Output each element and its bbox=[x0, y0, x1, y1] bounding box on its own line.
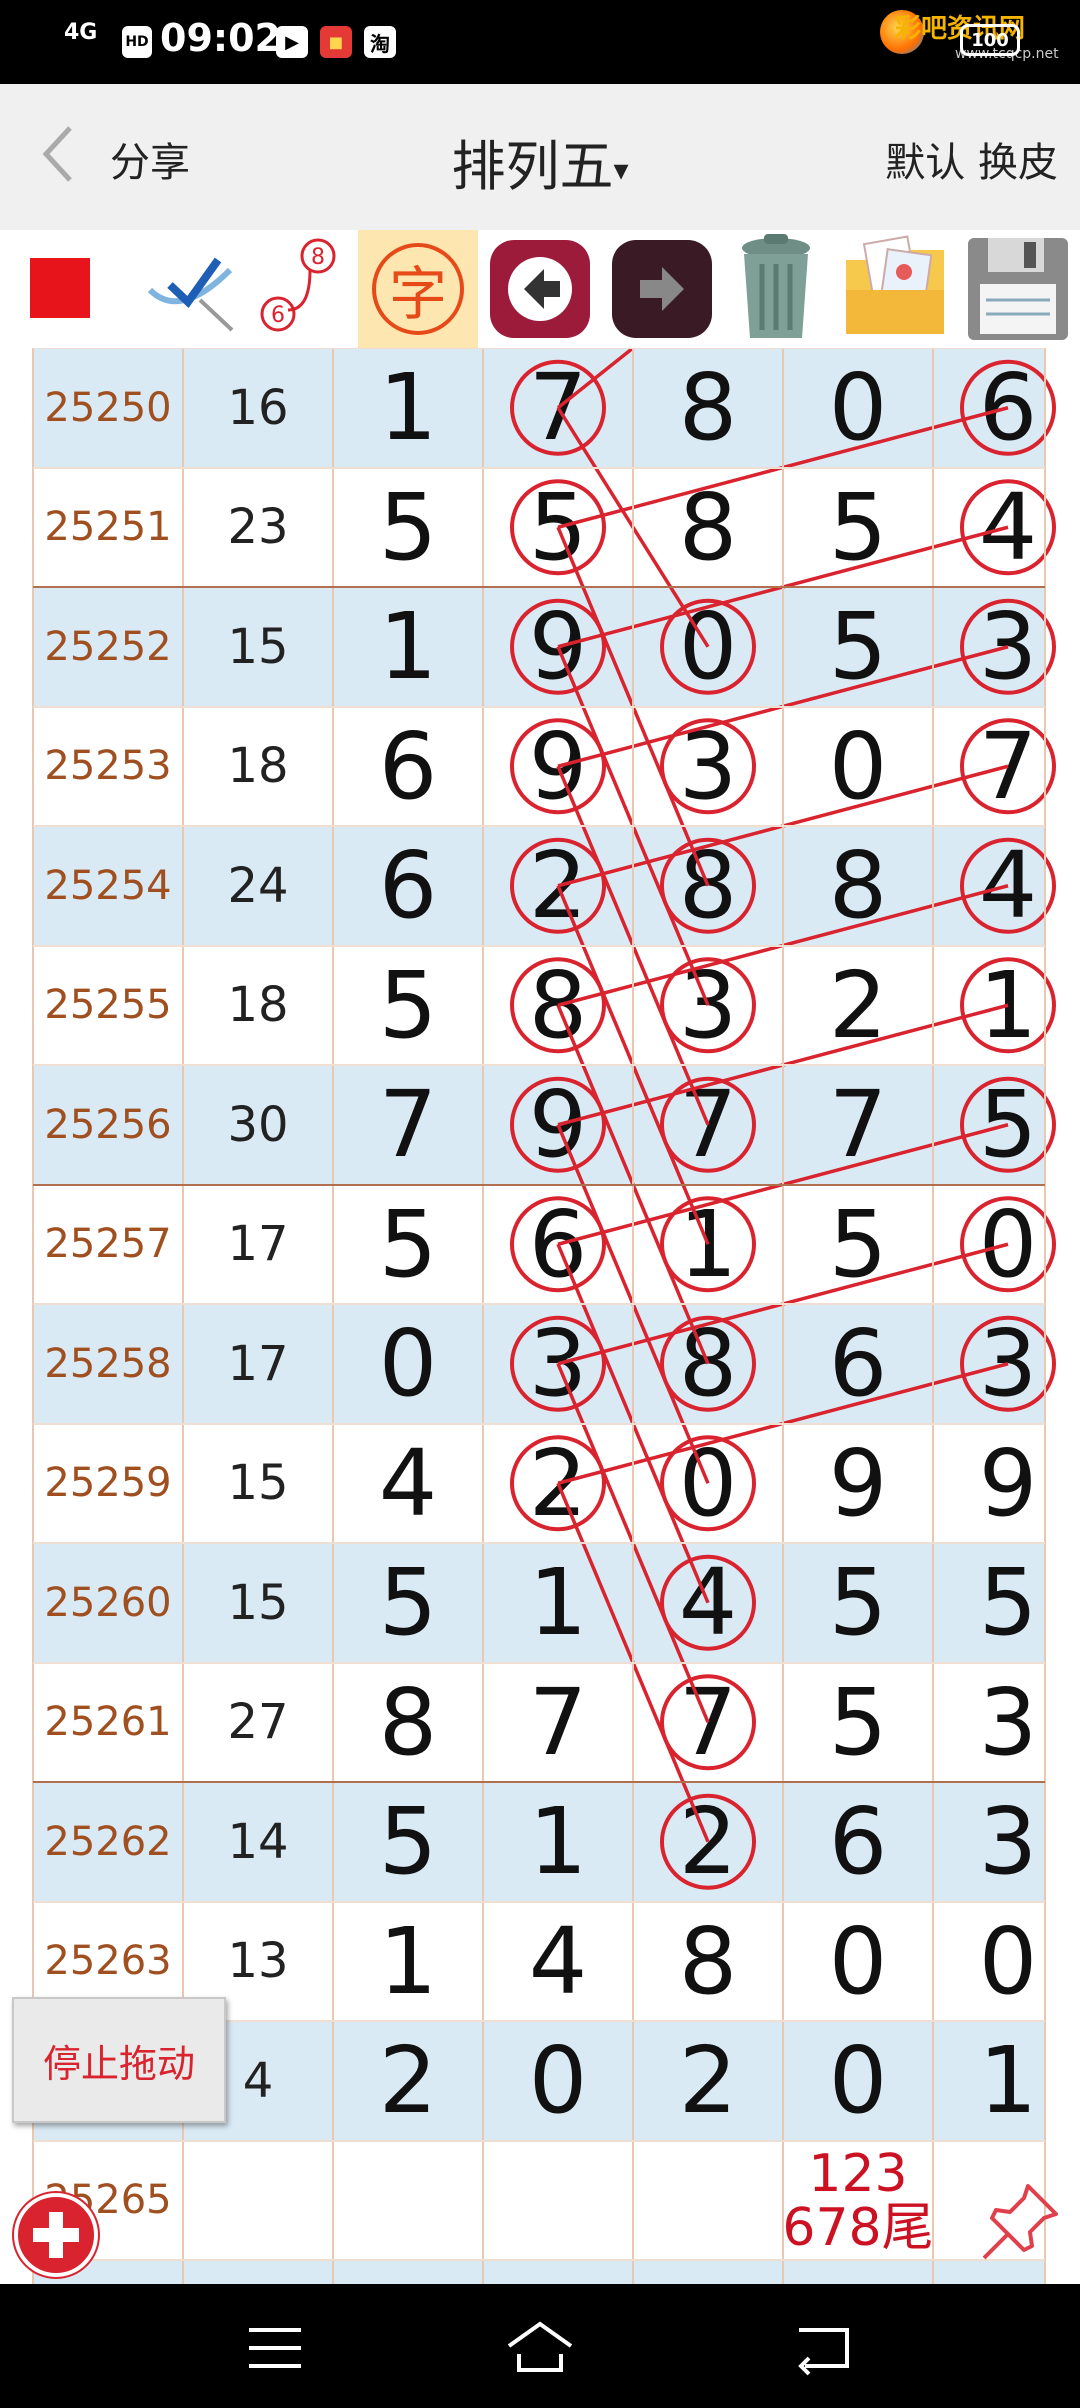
digit-circle bbox=[660, 718, 756, 815]
grid-vline bbox=[32, 348, 34, 2284]
app-icon: ◼ bbox=[320, 26, 352, 58]
grid-hline bbox=[33, 1781, 1045, 1783]
trash-icon[interactable] bbox=[722, 230, 830, 348]
grid-hline bbox=[33, 586, 1045, 588]
stop-drag-button[interactable]: 停止拖动 bbox=[12, 1997, 226, 2123]
grid-vline bbox=[482, 348, 484, 2284]
status-bar: 4G 09:02 HD ▶ ◼ 淘 彩吧资讯网 www.tcqcp.net 10… bbox=[0, 0, 1080, 84]
grid-hline bbox=[33, 1661, 1045, 1664]
connect-label-8: 8 bbox=[311, 245, 325, 270]
grid-hline bbox=[33, 1183, 1045, 1186]
menu-icon[interactable] bbox=[245, 2320, 305, 2376]
title-text: 排列五 bbox=[451, 135, 614, 198]
battery-indicator: 100 bbox=[960, 24, 1020, 56]
grid-hline bbox=[33, 944, 1045, 947]
plus-icon[interactable] bbox=[14, 2193, 98, 2277]
grid-vline bbox=[782, 348, 784, 2284]
skin-button[interactable]: 默认 换皮 bbox=[885, 130, 1058, 188]
grid-hline bbox=[33, 705, 1045, 708]
app-header: 分享 排列五▾ 默认 换皮 bbox=[0, 84, 1080, 230]
arrow-left-icon[interactable] bbox=[486, 230, 594, 348]
play-icon: ▶ bbox=[276, 26, 308, 58]
char-icon[interactable]: 字 bbox=[358, 230, 478, 348]
grid-hline bbox=[33, 825, 1045, 827]
grid-hline bbox=[33, 1422, 1045, 1425]
dropdown-caret-icon: ▾ bbox=[613, 152, 629, 188]
pin-icon[interactable] bbox=[978, 2180, 1062, 2264]
connect-label-6: 6 bbox=[271, 303, 285, 328]
floppy-save-icon[interactable] bbox=[962, 230, 1074, 348]
grid-hline bbox=[33, 1542, 1045, 1544]
signal-indicator: 4G bbox=[64, 20, 98, 45]
arrow-right-icon[interactable] bbox=[608, 230, 716, 348]
home-icon[interactable] bbox=[505, 2320, 575, 2376]
photo-folder-icon[interactable] bbox=[840, 230, 950, 348]
taobao-icon: 淘 bbox=[364, 26, 396, 58]
connect-icon[interactable]: 8 6 bbox=[250, 230, 350, 348]
grid-vline bbox=[1044, 348, 1046, 2284]
toolbar: 8 6 字 bbox=[0, 230, 1080, 348]
grid-hline bbox=[33, 348, 1045, 349]
hd-icon: HD bbox=[122, 26, 152, 58]
grid-vline bbox=[332, 348, 334, 2284]
grid-hline bbox=[33, 466, 1045, 469]
back-icon[interactable] bbox=[795, 2320, 855, 2376]
grid-vline bbox=[632, 348, 634, 2284]
connect-overlay bbox=[510, 348, 1056, 1890]
char-label: 字 bbox=[372, 243, 464, 335]
data-grid: 25250 16 1 7 8 0 6 25251 23 5 5 8 5 4 25252 15 1 9 0 5 3 2525… bbox=[0, 348, 1080, 2284]
red-square-icon[interactable] bbox=[30, 258, 90, 318]
grid-hline bbox=[33, 2139, 1045, 2142]
grid-vline bbox=[932, 348, 934, 2284]
grid-hline bbox=[33, 1303, 1045, 1305]
grid-hline bbox=[33, 1900, 1045, 1903]
grid-hline bbox=[33, 1064, 1045, 1066]
pen-check-icon[interactable] bbox=[140, 230, 240, 348]
grid-vline bbox=[182, 348, 184, 2284]
nav-bar bbox=[0, 2284, 1080, 2408]
status-time: 09:02 bbox=[160, 16, 281, 60]
grid-hline bbox=[33, 2259, 1045, 2261]
